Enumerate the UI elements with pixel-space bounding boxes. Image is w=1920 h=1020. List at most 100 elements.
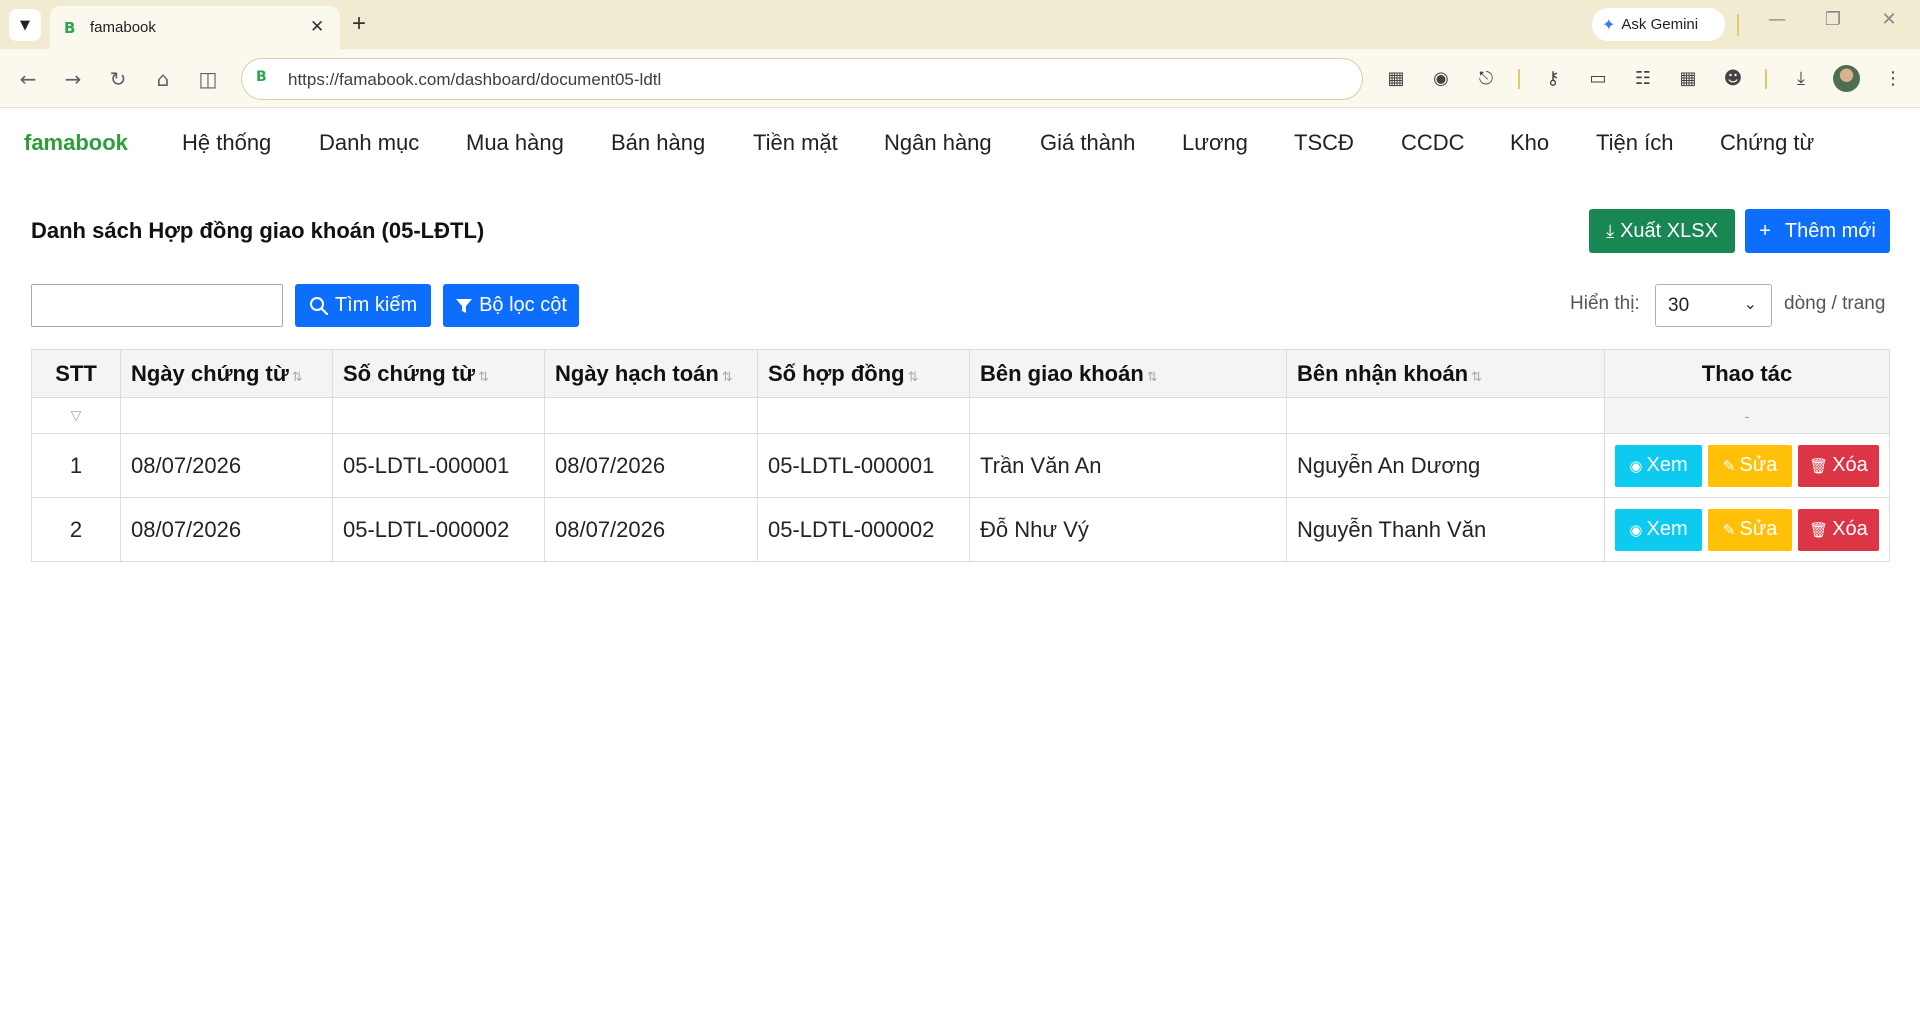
menu-ccdc[interactable]: CCDC [1401, 130, 1465, 156]
menu-tien-ich[interactable]: Tiện ích [1596, 130, 1673, 156]
app-navbar: famabook Hệ thống Danh mục Mua hàng Bán … [0, 109, 1920, 179]
filter-ben-nhan-khoan[interactable] [1286, 397, 1605, 434]
cell-so-chung-tu: 05-LDTL-000001 [332, 433, 545, 498]
browser-tab-famabook[interactable]: B famabook ✕ [50, 6, 340, 49]
menu-he-thong[interactable]: Hệ thống [182, 130, 271, 156]
eye-icon: ◉ [1629, 520, 1643, 539]
back-arrow-icon[interactable]: ← [14, 65, 42, 93]
search-icon [309, 296, 328, 315]
filter-ben-giao-khoan[interactable] [969, 397, 1287, 434]
menu-ban-hang[interactable]: Bán hàng [611, 130, 705, 156]
page-size-value: 30 [1668, 295, 1690, 316]
filter-funnel-icon: ▽ [31, 397, 121, 434]
header-so-hop-dong[interactable]: Số hợp đồng ⇅ [757, 349, 970, 398]
page-title: Danh sách Hợp đồng giao khoán (05-LĐTL) [31, 218, 485, 243]
add-new-button[interactable]: + Thêm mới [1745, 209, 1890, 253]
tab-layout-icon[interactable]: ▦ [1675, 66, 1701, 92]
delete-button[interactable]: 🗑 Xóa [1798, 508, 1879, 551]
cell-ngay-hach-toan: 08/07/2026 [544, 497, 758, 562]
column-filter-label: Bộ lọc cột [479, 294, 567, 316]
forward-arrow-icon[interactable]: → [59, 65, 87, 93]
gemini-sparkle-icon: ✦ [1602, 16, 1616, 34]
sort-icon[interactable]: ⇅ [722, 370, 733, 385]
cell-stt: 2 [31, 497, 121, 562]
header-ngay-hach-toan[interactable]: Ngày hạch toán ⇅ [544, 349, 758, 398]
extensions-puzzle-icon[interactable]: ⎋ [1473, 66, 1499, 92]
cell-so-hop-dong: 05-LDTL-000001 [757, 433, 970, 498]
sort-icon[interactable]: ⇅ [292, 370, 303, 385]
sort-icon[interactable]: ⇅ [908, 370, 919, 385]
minimize-window-icon[interactable]: — [1762, 9, 1792, 30]
brand-logo[interactable]: famabook [24, 130, 128, 156]
menu-ngan-hang[interactable]: Ngân hàng [884, 130, 992, 156]
filter-ngay-hach-toan[interactable] [544, 397, 758, 434]
incognito-icon[interactable]: ☻ [1720, 66, 1746, 92]
reading-mode-icon[interactable]: ☷ [1630, 66, 1656, 92]
site-favicon-icon: B [256, 69, 267, 85]
sort-icon[interactable]: ⇅ [478, 370, 489, 385]
ask-gemini-button[interactable]: ✦ Ask Gemini [1592, 8, 1725, 41]
cell-so-chung-tu: 05-LDTL-000002 [332, 497, 545, 562]
edit-button[interactable]: ✎ Sửa [1708, 508, 1792, 551]
header-stt: STT [31, 349, 121, 398]
menu-tien-mat[interactable]: Tiền mặt [753, 130, 838, 156]
view-button[interactable]: ◉ Xem [1615, 508, 1702, 551]
header-thao-tac: Thao tác [1604, 349, 1890, 398]
header-ben-giao-khoan[interactable]: Bên giao khoán ⇅ [969, 349, 1287, 398]
password-key-icon[interactable]: ⚷ [1540, 66, 1566, 92]
edit-button[interactable]: ✎ Sửa [1708, 444, 1792, 487]
new-tab-button[interactable]: + [352, 9, 366, 39]
home-icon[interactable]: ⌂ [149, 65, 177, 93]
cell-ngay-hach-toan: 08/07/2026 [544, 433, 758, 498]
menu-luong[interactable]: Lương [1182, 130, 1248, 156]
toolbar-divider [1518, 69, 1520, 89]
filter-so-hop-dong[interactable] [757, 397, 970, 434]
column-filter-button[interactable]: Bộ lọc cột [443, 284, 579, 327]
view-button[interactable]: ◉ Xem [1615, 444, 1702, 487]
menu-kho[interactable]: Kho [1510, 130, 1549, 156]
rows-per-page-label: dòng / trang [1784, 293, 1886, 314]
filter-ngay-chung-tu[interactable] [120, 397, 333, 434]
plus-icon: + [1759, 219, 1771, 242]
table-row: 1 08/07/2026 05-LDTL-000001 08/07/2026 0… [31, 433, 1890, 498]
chevron-down-icon: ▼ [20, 17, 30, 33]
sort-icon[interactable]: ⇅ [1471, 370, 1482, 385]
export-xlsx-button[interactable]: ⤓ Xuất XLSX [1589, 209, 1735, 253]
profile-avatar[interactable] [1833, 65, 1860, 92]
filter-so-chung-tu[interactable] [332, 397, 545, 434]
header-ben-nhan-khoan[interactable]: Bên nhận khoán ⇅ [1286, 349, 1605, 398]
table-header-row: STT Ngày chứng từ ⇅ Số chứng từ ⇅ Ngày hạc… [31, 349, 1890, 398]
url-text[interactable]: https://famabook.com/dashboard/document0… [288, 70, 661, 90]
qr-code-icon[interactable]: ▦ [1383, 66, 1409, 92]
more-menu-icon[interactable]: ⋮ [1880, 66, 1906, 92]
menu-gia-thanh[interactable]: Giá thành [1040, 130, 1135, 156]
menu-mua-hang[interactable]: Mua hàng [466, 130, 564, 156]
cell-ngay-chung-tu: 08/07/2026 [120, 497, 333, 562]
trash-icon: 🗑 [1809, 456, 1829, 475]
restore-window-icon[interactable]: ❐ [1818, 9, 1848, 30]
menu-danh-muc[interactable]: Danh mục [319, 130, 419, 156]
search-input[interactable] [31, 284, 283, 327]
header-so-chung-tu[interactable]: Số chứng từ ⇅ [332, 349, 545, 398]
search-button[interactable]: Tìm kiếm [295, 284, 431, 327]
menu-chung-tu[interactable]: Chứng từ [1720, 130, 1814, 156]
cell-so-hop-dong: 05-LDTL-000002 [757, 497, 970, 562]
delete-button[interactable]: 🗑 Xóa [1798, 444, 1879, 487]
cell-ben-nhan-khoan: Nguyễn An Dương [1286, 433, 1605, 498]
download-icon: ⤓ [1606, 220, 1615, 242]
close-tab-icon[interactable]: ✕ [310, 17, 324, 37]
download-icon[interactable]: ⤓ [1788, 66, 1814, 92]
screenshot-icon[interactable]: ◉ [1428, 66, 1454, 92]
tab-search-button[interactable]: ▼ [9, 9, 41, 41]
eye-icon: ◉ [1629, 456, 1643, 475]
split-view-icon[interactable]: ◫ [194, 65, 222, 93]
reload-icon[interactable]: ↻ [104, 65, 132, 93]
menu-tscd[interactable]: TSCĐ [1294, 130, 1354, 156]
address-bar[interactable]: B https://famabook.com/dashboard/documen… [241, 58, 1363, 100]
close-window-icon[interactable]: ✕ [1874, 9, 1904, 30]
sort-icon[interactable]: ⇅ [1147, 370, 1158, 385]
payment-card-icon[interactable]: ▭ [1585, 66, 1611, 92]
browser-tabstrip: ▼ B famabook ✕ + ✦ Ask Gemini — ❐ ✕ [0, 0, 1920, 49]
header-ngay-chung-tu[interactable]: Ngày chứng từ ⇅ [120, 349, 333, 398]
page-size-select[interactable]: 30 ⌄ [1655, 284, 1772, 327]
